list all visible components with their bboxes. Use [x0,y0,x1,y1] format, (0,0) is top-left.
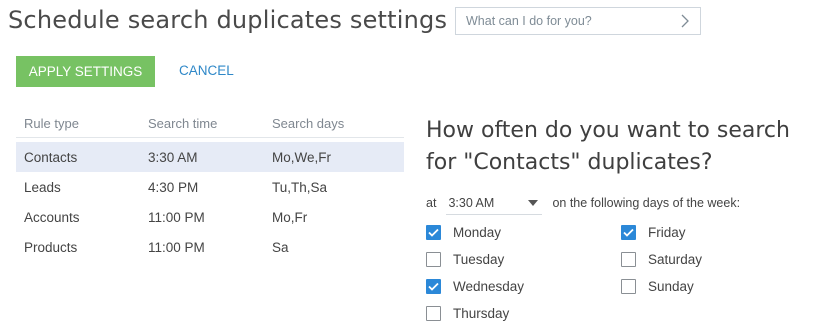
table-row[interactable]: Products 11:00 PM Sa [16,232,404,262]
checkbox[interactable] [621,224,636,240]
table-row[interactable]: Accounts 11:00 PM Mo,Fr [16,202,404,232]
rules-table: Rule type Search time Search days Contac… [16,109,404,262]
day-checkbox-tuesday[interactable]: Tuesday [426,246,504,272]
day-label: Sunday [648,278,694,294]
cell-rule-type: Accounts [24,209,80,225]
page-title: Schedule search duplicates settings [8,6,448,34]
cell-search-time: 4:30 PM [148,179,199,195]
day-label: Monday [453,224,502,240]
column-header-search-time[interactable]: Search time [148,116,272,131]
cell-search-days: Tu,Th,Sa [272,179,328,195]
schedule-frequency: at 3:30 AM on the following days of the … [426,191,740,215]
column-header-rule-type[interactable]: Rule type [24,116,148,131]
table-row[interactable]: Leads 4:30 PM Tu,Th,Sa [16,172,404,202]
cell-search-days: Sa [272,239,289,255]
cell-search-days: Mo,Fr [272,209,308,225]
day-label: Wednesday [453,278,525,294]
search-box[interactable] [455,7,701,35]
cell-search-time: 3:30 AM [148,149,198,165]
day-checkbox-monday[interactable]: Monday [426,219,501,245]
day-checkbox-saturday[interactable]: Saturday [621,246,702,272]
chevron-down-icon[interactable] [528,199,539,206]
checkbox[interactable] [621,251,636,267]
search-input[interactable] [466,14,656,28]
checkbox[interactable] [426,305,441,321]
at-label: at [426,196,437,210]
chevron-right-icon[interactable] [680,14,690,28]
day-label: Friday [648,224,686,240]
column-header-search-days[interactable]: Search days [272,116,392,131]
checkbox[interactable] [621,278,636,294]
check-icon [623,228,634,237]
schedule-question: How often do you want to search for "Con… [426,115,814,179]
day-label: Saturday [648,251,703,267]
checkbox[interactable] [426,251,441,267]
day-label: Tuesday [453,251,505,267]
day-checkbox-friday[interactable]: Friday [621,219,686,245]
cell-rule-type: Contacts [24,149,78,165]
schedule-question-line-1: How often do you want to search [426,118,790,143]
checkbox[interactable] [426,224,441,240]
cancel-button[interactable]: CANCEL [179,63,234,78]
day-checkbox-wednesday[interactable]: Wednesday [426,273,524,299]
time-select[interactable]: 3:30 AM [446,191,543,215]
day-checkbox-sunday[interactable]: Sunday [621,273,694,299]
table-row[interactable]: Contacts 3:30 AM Mo,We,Fr [16,142,404,172]
cell-search-time: 11:00 PM [148,209,205,225]
cell-rule-type: Leads [24,179,61,195]
day-checkbox-thursday[interactable]: Thursday [426,300,509,326]
apply-settings-button[interactable]: APPLY SETTINGS [16,56,155,87]
time-select-value: 3:30 AM [448,195,495,210]
checkbox[interactable] [426,278,441,294]
day-label: Thursday [453,305,510,321]
table-header: Rule type Search time Search days [16,109,404,138]
cell-search-time: 11:00 PM [148,239,205,255]
check-icon [428,282,439,291]
cell-rule-type: Products [24,239,78,255]
schedule-question-line-2: for "Contacts" duplicates? [426,150,713,175]
days-of-week-label: on the following days of the week: [552,196,741,210]
check-icon [428,228,439,237]
cell-search-days: Mo,We,Fr [272,149,332,165]
